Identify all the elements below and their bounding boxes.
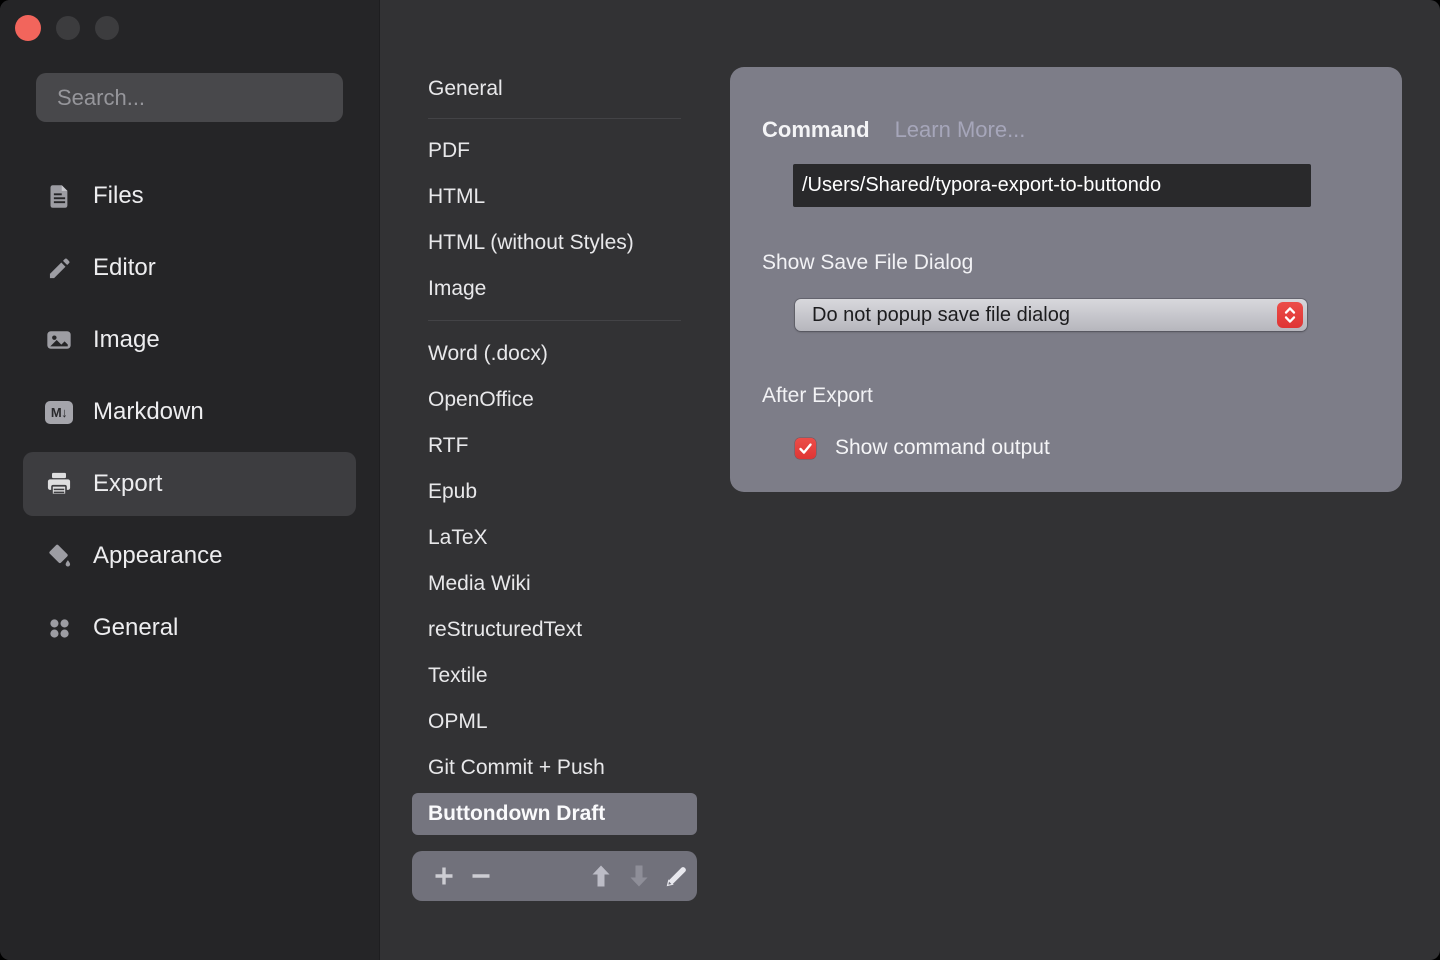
sidebar-item-image[interactable]: Image: [23, 308, 356, 372]
format-item-media-wiki[interactable]: Media Wiki: [381, 561, 720, 607]
sidebar-item-label: Appearance: [93, 542, 222, 570]
command-label: Command: [762, 117, 870, 143]
export-settings-panel: Command Learn More... Show Save File Dia…: [730, 67, 1402, 492]
format-item-html[interactable]: HTML: [381, 174, 720, 220]
format-item-html-without-styles[interactable]: HTML (without Styles): [381, 220, 720, 266]
sidebar-item-markdown[interactable]: M↓ Markdown: [23, 380, 356, 444]
paint-bucket-icon: [44, 541, 74, 571]
close-button[interactable]: [15, 15, 41, 41]
after-export-label: After Export: [762, 384, 873, 408]
sidebar-item-label: Image: [93, 326, 160, 354]
sidebar: Files Editor Image M↓ Markdown: [0, 0, 380, 960]
command-input[interactable]: [793, 164, 1311, 207]
format-item-restructuredtext[interactable]: reStructuredText: [381, 607, 720, 653]
image-icon: [44, 325, 74, 355]
sidebar-item-general[interactable]: General: [23, 596, 356, 660]
pencil-icon: [44, 253, 74, 283]
format-item-image[interactable]: Image: [381, 266, 720, 312]
edit-button[interactable]: [663, 862, 691, 890]
format-item-textile[interactable]: Textile: [381, 653, 720, 699]
save-dialog-select-value: Do not popup save file dialog: [795, 299, 1307, 331]
markdown-icon: M↓: [44, 397, 74, 427]
sidebar-item-label: Markdown: [93, 398, 204, 426]
format-item-latex[interactable]: LaTeX: [381, 515, 720, 561]
search-input[interactable]: [36, 73, 343, 122]
format-item-pdf[interactable]: PDF: [381, 128, 720, 174]
sidebar-item-editor[interactable]: Editor: [23, 236, 356, 300]
format-item-opml[interactable]: OPML: [381, 699, 720, 745]
sidebar-item-label: Editor: [93, 254, 156, 282]
sidebar-item-label: General: [93, 614, 178, 642]
sidebar-item-files[interactable]: Files: [23, 164, 356, 228]
document-icon: [44, 181, 74, 211]
minimize-button[interactable]: [56, 16, 80, 40]
format-item-buttondown-draft-selected[interactable]: Buttondown Draft: [412, 793, 697, 835]
divider: [428, 118, 681, 119]
move-down-button[interactable]: [625, 862, 653, 890]
zoom-button[interactable]: [95, 16, 119, 40]
format-item-git-commit-push[interactable]: Git Commit + Push: [381, 745, 720, 791]
format-item-epub[interactable]: Epub: [381, 469, 720, 515]
sidebar-item-appearance[interactable]: Appearance: [23, 524, 356, 588]
export-format-list: General PDF HTML HTML (without Styles) I…: [381, 0, 720, 960]
format-item-rtf[interactable]: RTF: [381, 423, 720, 469]
sidebar-item-label: Export: [93, 470, 162, 498]
save-dialog-label: Show Save File Dialog: [762, 251, 973, 275]
sidebar-item-export[interactable]: Export: [23, 452, 356, 516]
move-up-button[interactable]: [587, 862, 615, 890]
remove-button[interactable]: [467, 862, 495, 890]
format-item-openoffice[interactable]: OpenOffice: [381, 377, 720, 423]
save-dialog-select[interactable]: Do not popup save file dialog: [795, 299, 1307, 331]
divider: [428, 320, 681, 321]
stepper-icon: [1277, 302, 1303, 328]
format-item-general[interactable]: General: [381, 66, 720, 112]
format-toolbar: [412, 851, 697, 901]
show-command-output-row: Show command output: [795, 436, 1050, 460]
sidebar-item-label: Files: [93, 182, 144, 210]
learn-more-link[interactable]: Learn More...: [895, 117, 1026, 143]
show-command-output-label: Show command output: [835, 436, 1050, 460]
format-item-word[interactable]: Word (.docx): [381, 331, 720, 377]
sidebar-nav: Files Editor Image M↓ Markdown: [0, 164, 379, 668]
command-row: Command Learn More...: [762, 117, 1025, 143]
grid-dots-icon: [44, 613, 74, 643]
printer-icon: [44, 469, 74, 499]
add-button[interactable]: [430, 862, 458, 890]
preferences-window: Files Editor Image M↓ Markdown: [0, 0, 1440, 960]
checkbox-checked-icon[interactable]: [795, 438, 816, 459]
